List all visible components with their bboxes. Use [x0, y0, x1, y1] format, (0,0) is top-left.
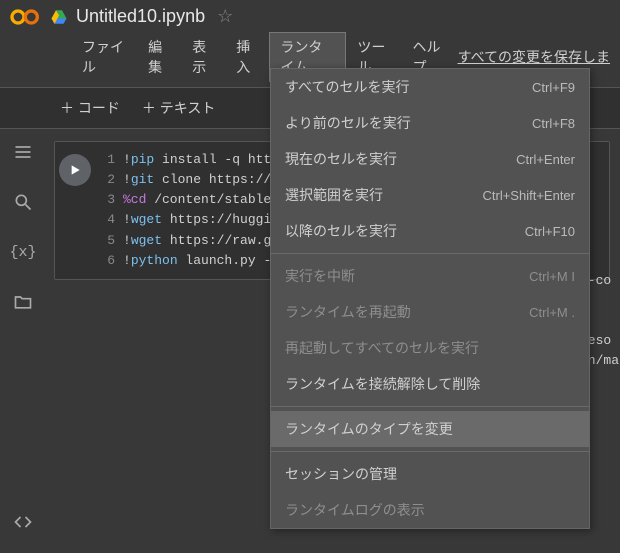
code-icon[interactable]	[12, 511, 34, 533]
run-cell-button[interactable]	[59, 154, 91, 186]
dd-restart-run-all: 再起動してすべてのセルを実行	[271, 330, 589, 366]
notebook-title[interactable]: Untitled10.ipynb	[76, 6, 205, 27]
colab-logo-icon	[10, 7, 42, 27]
runtime-dropdown: すべてのセルを実行Ctrl+F9 より前のセルを実行Ctrl+F8 現在のセルを…	[270, 68, 590, 529]
dd-run-all[interactable]: すべてのセルを実行Ctrl+F9	[271, 69, 589, 105]
save-all-link[interactable]: すべての変更を保存しま	[458, 47, 610, 67]
menu-edit[interactable]: 編集	[138, 33, 180, 81]
variables-icon[interactable]: {x}	[12, 241, 34, 263]
drive-icon	[50, 8, 68, 26]
dd-view-logs: ランタイムログの表示	[271, 492, 589, 528]
dd-run-after[interactable]: 以降のセルを実行Ctrl+F10	[271, 213, 589, 249]
dd-run-current[interactable]: 現在のセルを実行Ctrl+Enter	[271, 141, 589, 177]
star-icon[interactable]: ☆	[217, 6, 233, 27]
menu-file[interactable]: ファイル	[72, 33, 136, 81]
dd-run-selection[interactable]: 選択範囲を実行Ctrl+Shift+Enter	[271, 177, 589, 213]
left-rail: {x}	[0, 129, 46, 553]
dd-run-before[interactable]: より前のセルを実行Ctrl+F8	[271, 105, 589, 141]
add-code-button[interactable]: ＋ コード	[52, 94, 128, 122]
menu-view[interactable]: 表示	[182, 33, 224, 81]
dd-change-runtime-type[interactable]: ランタイムのタイプを変更	[271, 411, 589, 447]
search-icon[interactable]	[12, 191, 34, 213]
dd-manage-sessions[interactable]: セッションの管理	[271, 456, 589, 492]
add-text-button[interactable]: ＋ テキスト	[134, 94, 223, 122]
toc-icon[interactable]	[12, 141, 34, 163]
dd-disconnect[interactable]: ランタイムを接続解除して削除	[271, 366, 589, 402]
menu-insert[interactable]: 挿入	[226, 33, 268, 81]
dd-interrupt: 実行を中断Ctrl+M I	[271, 258, 589, 294]
files-icon[interactable]	[12, 291, 34, 313]
dd-restart: ランタイムを再起動Ctrl+M .	[271, 294, 589, 330]
